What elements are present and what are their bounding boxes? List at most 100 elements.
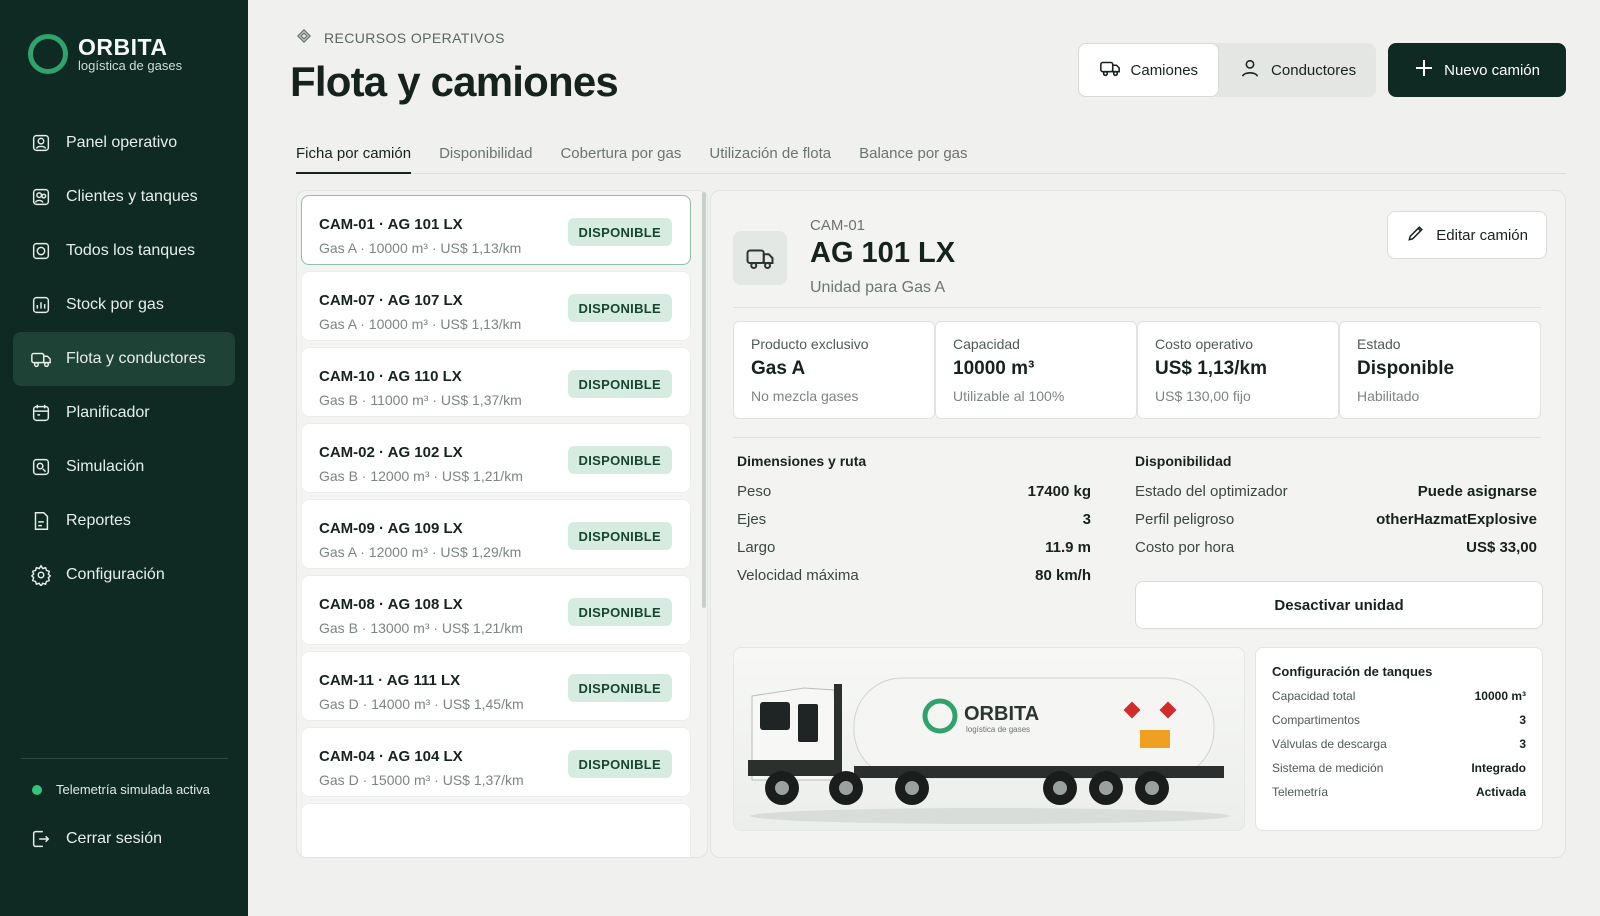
status-dot-icon [32, 784, 42, 795]
drivers-toggle-label: Conductores [1271, 61, 1357, 79]
truck-subtitle: Gas D · 14000 m³ · US$ 1,45/km [319, 696, 524, 712]
svg-text:ORBITA: ORBITA [964, 703, 1039, 725]
sidebar-item-label: Todos los tanques [66, 242, 195, 259]
status-badge: DISPONIBLE [567, 218, 672, 246]
truck-subtitle: Gas A · 10000 m³ · US$ 1,13/km [319, 316, 522, 332]
truck-subtitle: Gas A · 12000 m³ · US$ 1,29/km [319, 544, 522, 560]
truck-list: CAM-01 · AG 101 LX Gas A · 10000 m³ · US… [296, 190, 708, 858]
logo-ring-icon [28, 34, 68, 74]
sidebar-item-reportes[interactable]: Reportes [13, 494, 235, 548]
edit-truck-button[interactable]: Editar camión [1387, 211, 1547, 259]
kv-row: Peso 17400 kg [737, 483, 1091, 511]
truck-icon [1099, 57, 1121, 83]
tab-disponibilidad[interactable]: Disponibilidad [439, 140, 532, 174]
logout-button[interactable]: Cerrar sesión [30, 828, 162, 850]
kv-value: 3 [1519, 737, 1526, 751]
list-scrollbar[interactable] [702, 192, 706, 608]
svg-text:logística de gases: logística de gases [966, 725, 1030, 734]
truck-photo: ORBITA logística de gases [733, 647, 1245, 831]
sidebar-item-panel-operativo[interactable]: Panel operativo [13, 116, 235, 170]
kv-value: Integrado [1471, 761, 1526, 775]
kv-row: Estado del optimizador Puede asignarse [1135, 483, 1537, 511]
status-badge: DISPONIBLE [567, 674, 672, 702]
truck-subtitle: Gas A · 10000 m³ · US$ 1,13/km [319, 240, 522, 256]
truck-list-item[interactable]: CAM-11 · AG 111 LX Gas D · 14000 m³ · US… [301, 651, 691, 721]
sidebar-item-label: Panel operativo [66, 134, 178, 151]
truck-title: CAM-01 · AG 101 LX [319, 216, 463, 233]
sidebar-item-planificador[interactable]: Planificador [13, 386, 235, 440]
sidebar-item-label: Simulación [66, 458, 145, 475]
truck-list-item[interactable]: CAM-01 · AG 101 LX Gas A · 10000 m³ · US… [301, 195, 691, 265]
truck-subtitle: Gas D · 15000 m³ · US$ 1,37/km [319, 772, 524, 788]
breadcrumb: RECURSOS OPERATIVOS [296, 28, 505, 47]
truck-unit: Unidad para Gas A [810, 279, 946, 296]
truck-title: CAM-09 · AG 109 LX [319, 520, 463, 537]
sidebar-item-todos-tanques[interactable]: Todos los tanques [13, 224, 235, 278]
truck-list-item[interactable]: CAM-10 · AG 110 LX Gas B · 11000 m³ · US… [301, 347, 691, 417]
sidebar-item-label: Flota y conductores [66, 350, 206, 367]
truck-list-item[interactable]: CAM-07 · AG 107 LX Gas A · 10000 m³ · US… [301, 271, 691, 341]
stat-card: Costo operativo US$ 1,13/km US$ 130,00 f… [1137, 321, 1339, 419]
kv-key: Perfil peligroso [1135, 511, 1235, 528]
section-title: Disponibilidad [1135, 453, 1232, 469]
stat-note: No mezcla gases [751, 388, 859, 404]
truck-list-item[interactable]: CAM-08 · AG 108 LX Gas B · 13000 m³ · US… [301, 575, 691, 645]
divider [733, 307, 1541, 308]
kv-key: Ejes [737, 511, 767, 528]
tab-ficha[interactable]: Ficha por camión [296, 140, 412, 174]
tab-balance[interactable]: Balance por gas [859, 140, 967, 174]
kv-key: Estado del optimizador [1135, 483, 1288, 500]
kv-key: Costo por hora [1135, 539, 1235, 556]
kv-value: otherHazmatExplosive [1376, 511, 1537, 528]
truck-list-item[interactable]: CAM-02 · AG 102 LX Gas B · 12000 m³ · US… [301, 423, 691, 493]
breadcrumb-label: RECURSOS OPERATIVOS [324, 29, 505, 46]
truck-plate: AG 101 LX [810, 237, 956, 269]
sidebar-item-configuracion[interactable]: Configuración [13, 548, 235, 602]
truck-title: CAM-07 · AG 107 LX [319, 292, 463, 309]
truck-detail-panel: CAM-01 AG 101 LX Unidad para Gas A Edita… [710, 190, 1566, 858]
sidebar-item-stock[interactable]: Stock por gas [13, 278, 235, 332]
kv-row: Telemetría Activada [1272, 785, 1526, 809]
deactivate-unit-button[interactable]: Desactivar unidad [1135, 581, 1543, 629]
drivers-toggle-button[interactable]: Conductores [1219, 43, 1376, 97]
kv-key: Largo [737, 539, 776, 556]
kv-value: 80 km/h [1035, 567, 1091, 584]
stats-row: Producto exclusivo Gas A No mezcla gases… [733, 321, 1541, 419]
kv-value: 11.9 m [1045, 539, 1091, 556]
kv-value: Activada [1475, 785, 1526, 799]
sidebar-item-label: Stock por gas [66, 296, 164, 313]
truck-icon [733, 231, 787, 285]
stat-value: Gas A [751, 358, 806, 379]
sidebar-item-flota[interactable]: Flota y conductores [13, 332, 235, 386]
kv-value: 3 [1082, 511, 1091, 528]
tank-config-card: Configuración de tanques Capacidad total… [1255, 647, 1543, 831]
stat-value: Disponible [1357, 358, 1455, 379]
tab-utilizacion[interactable]: Utilización de flota [709, 140, 831, 174]
trucks-toggle-button[interactable]: Camiones [1077, 43, 1220, 97]
truck-list-item[interactable]: CAM-04 · AG 104 LX Gas D · 15000 m³ · US… [301, 727, 691, 797]
truck-list-item[interactable]: CAM-09 · AG 109 LX Gas A · 12000 m³ · US… [301, 499, 691, 569]
simulation-icon [30, 456, 52, 478]
truck-list-item-partial[interactable] [301, 803, 691, 857]
sidebar-item-clientes[interactable]: Clientes y tanques [13, 170, 235, 224]
sidebar-divider [21, 758, 228, 759]
availability-section: Disponibilidad Estado del optimizador Pue… [1135, 453, 1537, 567]
brand-logo[interactable]: ORBITA logística de gases [28, 34, 182, 74]
kv-row: Costo por hora US$ 33,00 [1135, 539, 1537, 567]
sidebar: ORBITA logística de gases Panel operativ… [0, 0, 248, 916]
stat-note: Habilitado [1357, 388, 1420, 404]
brand-subtitle: logística de gases [78, 58, 183, 73]
kv-key: Telemetría [1272, 785, 1329, 799]
tab-cobertura[interactable]: Cobertura por gas [560, 140, 681, 174]
brand-name: ORBITA [78, 34, 168, 60]
tab-bar: Ficha por camión Disponibilidad Cobertur… [296, 140, 1566, 174]
stat-value: US$ 1,13/km [1155, 358, 1267, 379]
status-badge: DISPONIBLE [567, 522, 672, 550]
edit-truck-label: Editar camión [1436, 226, 1528, 244]
view-toggle: Camiones Conductores [1077, 43, 1377, 97]
new-truck-button[interactable]: Nuevo camión [1388, 43, 1566, 97]
sidebar-item-simulacion[interactable]: Simulación [13, 440, 235, 494]
sidebar-item-label: Planificador [66, 404, 150, 421]
calendar-icon [30, 402, 52, 424]
kv-key: Compartimentos [1272, 713, 1361, 727]
